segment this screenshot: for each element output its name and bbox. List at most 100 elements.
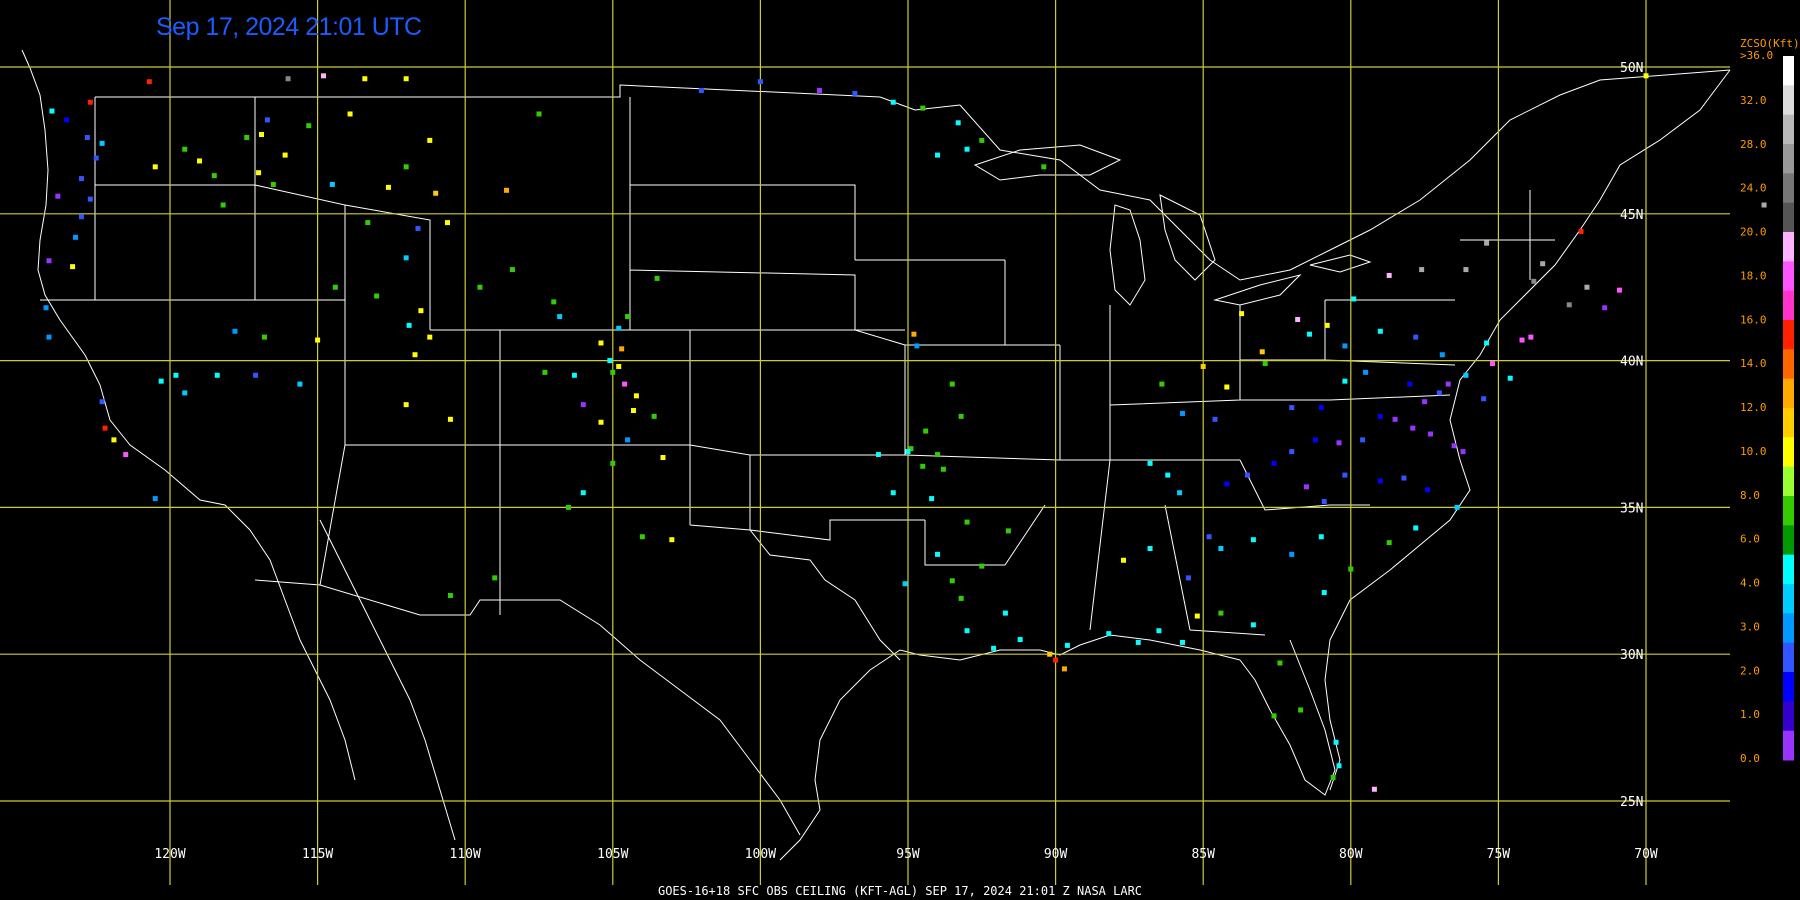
station-marker <box>616 325 622 331</box>
station-marker <box>1271 460 1277 466</box>
station-marker <box>270 181 276 187</box>
station-marker <box>427 334 433 340</box>
station-marker <box>146 79 152 85</box>
station-marker <box>935 152 941 158</box>
station-marker <box>1224 481 1230 487</box>
station-marker <box>1239 311 1245 317</box>
legend-swatch <box>1783 554 1794 585</box>
station-marker <box>1528 334 1534 340</box>
station-marker <box>1218 546 1224 552</box>
station-marker <box>1321 590 1327 596</box>
station-marker <box>447 416 453 422</box>
lat-label: 25N <box>1620 795 1643 810</box>
station-marker <box>923 428 929 434</box>
legend-label: 3.0 <box>1740 620 1760 633</box>
station-marker <box>598 340 604 346</box>
station-marker <box>914 343 920 349</box>
station-marker <box>1410 425 1416 431</box>
station-marker <box>1120 557 1126 563</box>
station-marker <box>504 187 510 193</box>
station-marker <box>1180 410 1186 416</box>
lon-label: 90W <box>1044 847 1068 862</box>
lon-label: 85W <box>1191 847 1215 862</box>
station-marker <box>365 220 371 226</box>
station-marker <box>1484 340 1490 346</box>
station-marker <box>660 454 666 460</box>
station-marker <box>905 449 911 455</box>
station-marker <box>1259 349 1265 355</box>
station-marker <box>329 181 335 187</box>
station-marker <box>964 519 970 525</box>
station-marker <box>698 87 704 93</box>
station-marker <box>1481 396 1487 402</box>
station-marker <box>1147 546 1153 552</box>
station-marker <box>1540 261 1546 267</box>
station-marker <box>1566 302 1572 308</box>
station-marker <box>477 284 483 290</box>
footer-caption: GOES-16+18 SFC OBS CEILING (KFT-AGL) SEP… <box>657 884 1143 898</box>
lat-label: 35N <box>1620 501 1643 516</box>
station-marker <box>935 452 941 458</box>
station-marker <box>1277 660 1283 666</box>
station-marker <box>935 551 941 557</box>
station-marker <box>232 328 238 334</box>
station-marker <box>87 99 93 105</box>
station-marker <box>1348 566 1354 572</box>
station-marker <box>1451 443 1457 449</box>
station-marker <box>158 378 164 384</box>
station-marker <box>616 363 622 369</box>
station-marker <box>920 105 926 111</box>
lon-label: 75W <box>1487 847 1511 862</box>
station-marker <box>610 460 616 466</box>
station-marker <box>979 563 985 569</box>
station-marker <box>492 575 498 581</box>
station-marker <box>1306 331 1312 337</box>
station-marker <box>920 463 926 469</box>
station-marker <box>111 437 117 443</box>
legend-swatch <box>1783 320 1794 350</box>
station-marker <box>152 496 158 502</box>
station-marker <box>964 146 970 152</box>
station-marker <box>1419 267 1425 273</box>
station-marker <box>87 196 93 202</box>
station-marker <box>1484 240 1490 246</box>
station-marker <box>630 408 636 414</box>
station-marker <box>447 592 453 598</box>
station-marker <box>1047 651 1053 657</box>
legend-label: 12.0 <box>1740 401 1767 414</box>
station-marker <box>607 358 613 364</box>
station-marker <box>285 76 291 82</box>
legend-label: 32.0 <box>1740 94 1767 107</box>
station-marker <box>1106 631 1112 637</box>
station-marker <box>403 402 409 408</box>
station-marker <box>46 258 52 264</box>
station-marker <box>1147 460 1153 466</box>
station-marker <box>1386 272 1392 278</box>
station-marker <box>1135 639 1141 645</box>
station-marker <box>1386 540 1392 546</box>
station-marker <box>1165 472 1171 478</box>
station-marker <box>757 79 763 85</box>
station-marker <box>1578 228 1584 234</box>
station-marker <box>1212 416 1218 422</box>
legend-swatch <box>1783 202 1794 233</box>
legend-swatch <box>1783 56 1794 86</box>
legend-swatch <box>1783 144 1794 174</box>
legend-swatch <box>1783 349 1794 380</box>
station-marker <box>1519 337 1525 343</box>
station-marker <box>412 352 418 358</box>
station-marker <box>1336 440 1342 446</box>
station-marker <box>362 76 368 82</box>
station-marker <box>1439 352 1445 358</box>
station-marker <box>1053 657 1059 663</box>
legend-swatch <box>1783 496 1794 526</box>
lon-label: 100W <box>745 847 776 862</box>
station-marker <box>1407 381 1413 387</box>
legend-swatch <box>1783 173 1794 204</box>
station-marker <box>633 393 639 399</box>
station-marker <box>1360 437 1366 443</box>
station-marker <box>152 164 158 170</box>
legend-label: 8.0 <box>1740 489 1760 502</box>
ceiling-map: 50N 45N 40N 35N 30N 25N 120W 115W 110W 105W 100W 95… <box>0 0 1800 900</box>
station-marker <box>78 176 84 182</box>
